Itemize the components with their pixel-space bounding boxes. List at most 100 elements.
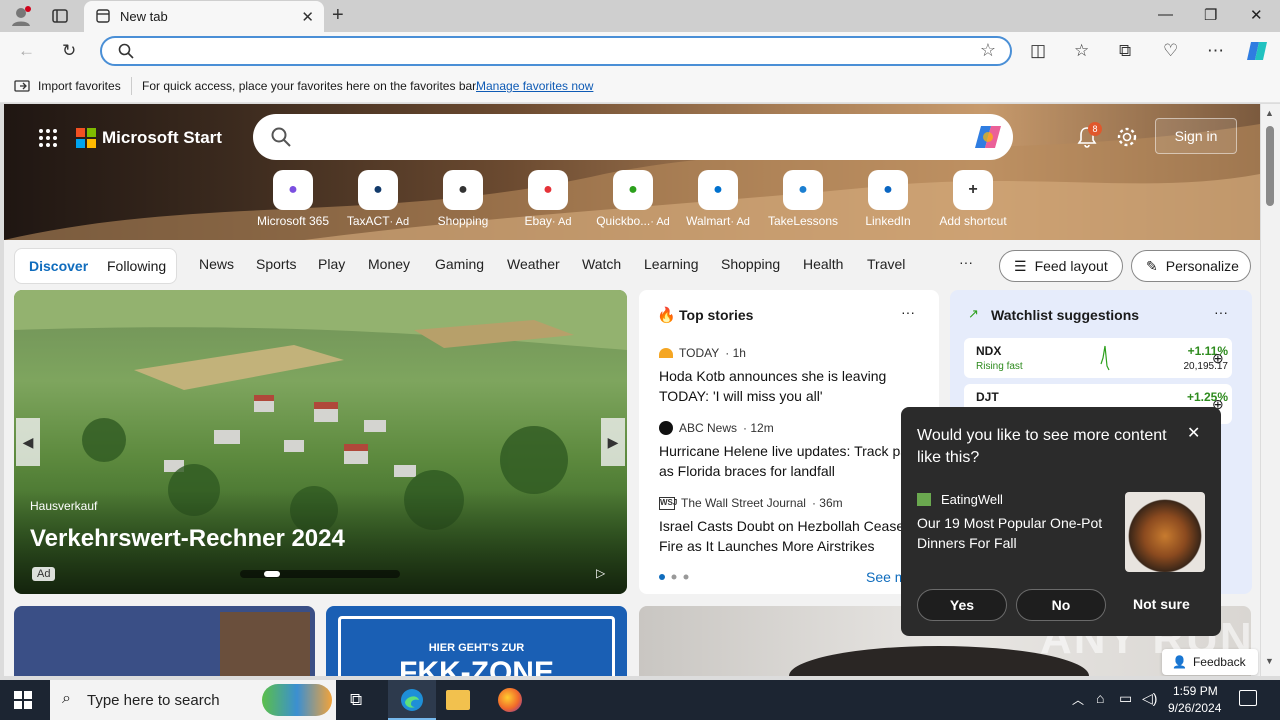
minimize-icon[interactable]: — — [1158, 6, 1173, 23]
add-to-watchlist-icon[interactable]: ⊕ — [1212, 350, 1224, 367]
more-menu-icon[interactable]: ⋯ — [1207, 41, 1224, 61]
feed-layout-button[interactable]: ☰ Feed layout — [999, 250, 1123, 282]
hero-title[interactable]: Verkehrswert-Rechner 2024 — [30, 525, 345, 553]
favorite-star-icon[interactable]: ☆ — [980, 40, 996, 61]
nav-weather[interactable]: Weather — [507, 256, 560, 272]
carousel-prev-button[interactable]: ◀ — [16, 418, 40, 466]
tab-actions-icon[interactable] — [52, 8, 68, 24]
nav-sports[interactable]: Sports — [256, 256, 296, 272]
import-favorites-button[interactable]: Import favorites — [38, 79, 121, 93]
scroll-down-icon[interactable]: ▼ — [1265, 656, 1274, 666]
shortcut-quickbooks[interactable]: ● Quickbo...· Ad — [590, 170, 676, 228]
close-popup-icon[interactable]: ✕ — [1187, 423, 1200, 443]
watchlist-row[interactable]: NDX Rising fast +1.11% 20,195.17 — [964, 338, 1232, 378]
shortcut-m365[interactable]: ● Microsoft 365 — [250, 170, 336, 228]
close-tab-icon[interactable]: ✕ — [301, 8, 314, 26]
shortcut-takelessons[interactable]: ● TakeLessons — [760, 170, 846, 228]
notification-badge: 8 — [1088, 122, 1102, 136]
story-item[interactable]: TODAY · 1h Hoda Kotb announces she is lea… — [659, 346, 921, 406]
close-window-icon[interactable]: ✕ — [1250, 6, 1263, 24]
task-view-icon[interactable]: ⧉ — [350, 690, 362, 710]
restore-icon[interactable]: ❐ — [1204, 6, 1217, 24]
copilot-icon[interactable] — [973, 122, 1003, 152]
collections-icon[interactable]: ⧉ — [1119, 41, 1131, 61]
copilot-icon[interactable] — [1245, 39, 1269, 63]
story-headline[interactable]: Hoda Kotb announces she is leaving TODAY… — [659, 366, 921, 406]
volume-icon[interactable]: ◁) — [1142, 690, 1157, 707]
story-item[interactable]: ABC News · 12m Hurricane Helene live upda… — [659, 421, 929, 481]
story-headline[interactable]: Hurricane Helene live updates: Track pat… — [659, 441, 929, 481]
trend-up-icon: ↗ — [968, 306, 979, 321]
nav-learning[interactable]: Learning — [644, 256, 699, 272]
file-explorer-icon[interactable] — [446, 690, 470, 710]
browser-essentials-icon[interactable]: ♡ — [1163, 41, 1178, 61]
refresh-icon[interactable]: ↻ — [62, 41, 76, 61]
nav-money[interactable]: Money — [368, 256, 410, 272]
personalize-button[interactable]: ✎ Personalize — [1131, 250, 1251, 282]
shortcut-linkedin[interactable]: ● LinkedIn — [845, 170, 931, 228]
nav-news[interactable]: News — [199, 256, 234, 272]
clock-date[interactable]: 9/26/2024 — [1168, 701, 1221, 715]
tab-discover[interactable]: Discover — [29, 258, 88, 274]
favorites-icon[interactable]: ☆ — [1074, 41, 1089, 61]
news-photo-card[interactable] — [14, 606, 315, 676]
microsoft-start-logo[interactable]: Microsoft Start — [102, 128, 222, 148]
carousel-dots[interactable] — [240, 570, 400, 578]
taskbar-edge-app[interactable] — [388, 680, 436, 720]
shortcut-name: TakeLessons — [767, 214, 839, 228]
nav-more-icon[interactable]: ··· — [959, 254, 973, 270]
stories-pager[interactable] — [659, 574, 695, 580]
firefox-icon[interactable] — [498, 688, 522, 712]
windows-start-icon[interactable] — [14, 691, 32, 709]
split-screen-icon[interactable]: ◫ — [1030, 41, 1046, 61]
clock-time[interactable]: 1:59 PM — [1173, 684, 1218, 698]
hero-category: Hausverkauf — [30, 499, 98, 513]
yes-button[interactable]: Yes — [917, 589, 1007, 621]
page-scrollbar[interactable]: ▲ ▼ — [1261, 104, 1280, 676]
shortcut-plus[interactable]: + Add shortcut — [930, 170, 1016, 228]
web-search-box[interactable] — [253, 114, 1013, 160]
flame-icon: 🔥 — [657, 307, 676, 324]
nav-play[interactable]: Play — [318, 256, 345, 272]
scroll-up-icon[interactable]: ▲ — [1265, 108, 1274, 118]
shortcut-walmart[interactable]: ● Walmart· Ad — [675, 170, 761, 228]
taskbar-search[interactable]: ⌕ Type here to search — [50, 680, 336, 720]
popup-headline[interactable]: Our 19 Most Popular One-Pot Dinners For … — [917, 513, 1117, 553]
not-sure-button[interactable]: Not sure — [1133, 596, 1190, 612]
profile-icon[interactable] — [10, 5, 32, 27]
top-stories-more-icon[interactable]: ··· — [901, 304, 915, 320]
story-item[interactable]: WSJ The Wall Street Journal · 36m Israel C… — [659, 496, 929, 556]
nav-watch[interactable]: Watch — [582, 256, 621, 272]
nav-health[interactable]: Health — [803, 256, 843, 272]
shortcut-taxact[interactable]: ● TaxACT· Ad — [335, 170, 421, 228]
watchlist-more-icon[interactable]: ··· — [1214, 304, 1228, 320]
carousel-dot-active — [264, 571, 280, 577]
sparkline — [1100, 345, 1110, 371]
taskbar-search-placeholder: Type here to search — [87, 692, 220, 709]
apps-grid-icon[interactable] — [38, 128, 58, 148]
nav-shopping[interactable]: Shopping — [721, 256, 780, 272]
no-button[interactable]: No — [1016, 589, 1106, 621]
tab-new-tab[interactable]: New tab ✕ — [84, 1, 324, 32]
scroll-thumb[interactable] — [1266, 126, 1274, 206]
manage-favorites-link[interactable]: Manage favorites now — [476, 79, 593, 93]
ad-choices-icon[interactable]: ▷ — [596, 566, 605, 580]
back-icon[interactable]: ← — [18, 41, 35, 61]
hero-ad-card[interactable]: ◀ ▶ Hausverkauf Verkehrswert-Rechner 202… — [14, 290, 627, 594]
nav-gaming[interactable]: Gaming — [435, 256, 484, 272]
fkk-ad-card[interactable]: HIER GEHT'S ZUR FKK-ZONE — [326, 606, 627, 676]
story-headline[interactable]: Israel Casts Doubt on Hezbollah Cease-Fi… — [659, 516, 929, 556]
show-hidden-icons-icon[interactable]: ︿ — [1072, 691, 1084, 708]
sign-in-button[interactable]: Sign in — [1155, 118, 1237, 154]
address-bar[interactable]: ☆ — [100, 36, 1012, 66]
device-icon[interactable]: ⌂ — [1096, 690, 1104, 706]
shortcut-ebay-bag[interactable]: ● Ebay· Ad — [505, 170, 591, 228]
notification-center-icon[interactable] — [1239, 690, 1257, 706]
settings-gear-icon[interactable] — [1116, 126, 1138, 148]
tab-following[interactable]: Following — [107, 258, 166, 274]
carousel-next-button[interactable]: ▶ — [601, 418, 625, 466]
nav-travel[interactable]: Travel — [867, 256, 905, 272]
new-tab-plus-icon[interactable]: + — [332, 4, 344, 27]
shortcut-shopping-tag[interactable]: ● Shopping — [420, 170, 506, 228]
network-icon[interactable]: ▭ — [1119, 690, 1132, 707]
